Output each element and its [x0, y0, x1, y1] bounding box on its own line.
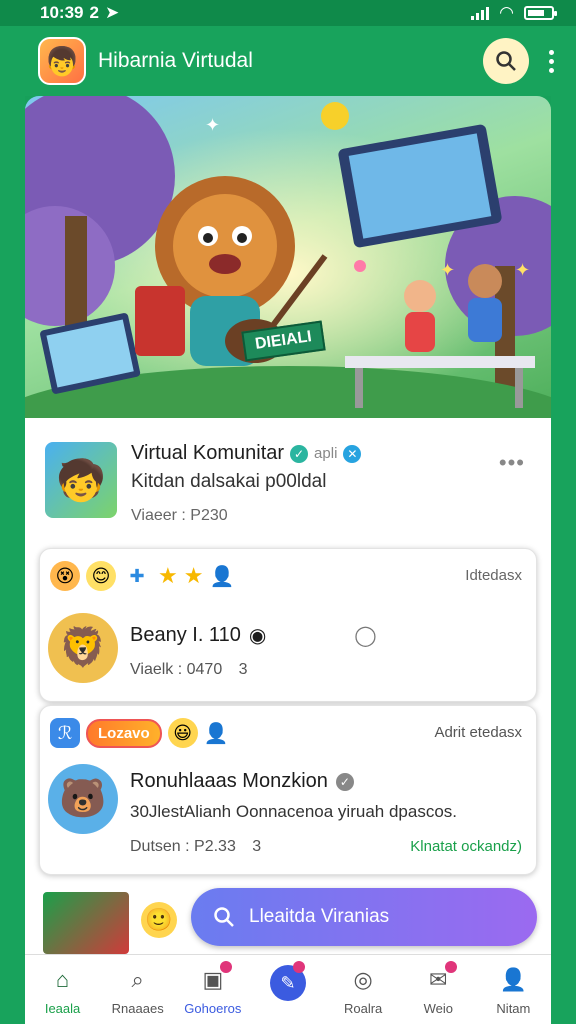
location-icon: ◯ [354, 625, 377, 647]
card-link[interactable]: Klnatat ockandz) [410, 838, 522, 855]
verified-icon: ✓ [335, 772, 354, 791]
person-icon: 👤 [209, 565, 235, 588]
close-badge-icon: ✕ [343, 444, 362, 463]
notification-dot [445, 961, 458, 973]
nav-item-store[interactable]: ▣ Gohoeros [178, 961, 248, 1016]
person-icon: 👤 [499, 967, 528, 992]
svg-text:✦: ✦ [515, 260, 530, 280]
card-action-text[interactable]: Idtedasx [465, 567, 522, 584]
right-rail [551, 96, 576, 1024]
card-meta: Viaelk : 0470 [130, 661, 223, 678]
search-button[interactable] [483, 38, 529, 84]
status-time: 10:39 [40, 3, 84, 22]
nav-item-location[interactable]: ◎ Roalra [328, 965, 398, 1016]
community-card[interactable]: 😵 😊 ✚ ★ ★ 👤 Idtedasx 🦁 Beany I. 110 ◉ ◯ … [39, 548, 537, 702]
search-square-icon: ⌕ [131, 967, 144, 992]
mascot-icon: 🙂 [141, 902, 177, 938]
star-icon: ★ [183, 563, 204, 588]
status-extra: 2 [89, 3, 99, 22]
person-icon: 👤 [203, 722, 229, 745]
post-item[interactable]: 🧒 Virtual Komunitar ✓ apli ✕ Kitdan dals… [45, 442, 535, 524]
post-more-icon[interactable]: ••• [499, 450, 525, 476]
status-bar: 10:39 2 ➤ ◠ [0, 0, 576, 26]
star-icon: ★ [158, 563, 178, 588]
battery-icon [524, 6, 557, 20]
post-handle: apli [314, 445, 338, 462]
game-thumbnail[interactable] [43, 892, 129, 954]
card-title: Ronuhlaaas Monzkion [130, 770, 328, 792]
app-badge-icon: ℛ [50, 718, 80, 748]
search-placeholder: Lleaitda Viranias [249, 906, 390, 927]
lion-avatar: 🦁 [48, 613, 118, 683]
app-avatar[interactable]: 👦 [38, 37, 86, 85]
smile-badge-icon: 😊 [86, 561, 116, 591]
card-subtitle: 30JlestAlianh Oonnacenoa yiruah dpascos. [130, 802, 457, 821]
sun-badge-icon: 😃 [167, 718, 198, 748]
left-rail [0, 96, 25, 1024]
nav-item-create[interactable]: ✎ [253, 961, 323, 1001]
badge-pill: Lozavo [86, 718, 162, 748]
post-meta: Viaeer : P230 [131, 507, 228, 524]
search-icon [496, 51, 516, 71]
svg-text:✦: ✦ [440, 260, 455, 280]
nav-item-search[interactable]: ⌕ Rnaaaes [103, 965, 173, 1016]
notification-dot [219, 961, 232, 973]
bear-avatar: 🐻 [48, 764, 118, 834]
post-title: Virtual Komunitar [131, 442, 285, 464]
location-pin-icon: ◎ [353, 967, 373, 992]
wifi-icon: ◠ [499, 3, 514, 22]
card-meta-count: 3 [238, 661, 248, 678]
emoji-badge-icon: 😵 [50, 561, 80, 591]
app-title: Hibarnia Virtudal [98, 49, 253, 72]
signal-icon [471, 6, 490, 20]
home-icon: ⌂ [55, 967, 70, 992]
search-strip: 🙂 Lleaitda Viranias [25, 884, 551, 954]
more-menu-icon[interactable] [549, 49, 554, 73]
puzzle-icon: ✚ [129, 565, 145, 586]
clock-icon: ◉ [248, 625, 267, 647]
hero-illustration: ✦ ✦ ✦ [25, 96, 551, 418]
notification-dot [292, 961, 305, 973]
bottom-navigation: ⌂ Ieaala ⌕ Rnaaaes ▣ Gohoeros ✎ ◎ Roalra… [25, 954, 551, 1024]
card-title: Beany I. 110 [130, 624, 241, 646]
svg-text:✦: ✦ [205, 115, 220, 135]
card-meta: Dutsen : P2.33 [130, 838, 236, 855]
post-thumbnail: 🧒 [45, 442, 117, 518]
card-meta-count: 3 [252, 838, 262, 855]
app-bar: 👦 Hibarnia Virtudal [0, 26, 576, 96]
hero-banner[interactable]: ✦ ✦ ✦ DIEIALI [25, 96, 551, 418]
nav-item-profile[interactable]: 👤 Nitam [478, 965, 548, 1016]
nav-item-messages[interactable]: ✉ Weio [403, 961, 473, 1016]
post-subtitle: Kitdan dalsakai p00ldal [131, 471, 327, 492]
feed-content: 🧒 Virtual Komunitar ✓ apli ✕ Kitdan dals… [25, 418, 551, 954]
verified-icon: ✓ [290, 444, 309, 463]
search-icon [214, 907, 234, 927]
card-action-text[interactable]: Adrit etedasx [434, 724, 522, 741]
nav-item-home[interactable]: ⌂ Ieaala [28, 965, 98, 1016]
navigation-icon: ➤ [104, 3, 120, 22]
search-input[interactable]: Lleaitda Viranias [191, 888, 537, 946]
community-card[interactable]: ℛ Lozavo 😃 👤 Adrit etedasx 🐻 Ronuhlaaas … [39, 705, 537, 875]
